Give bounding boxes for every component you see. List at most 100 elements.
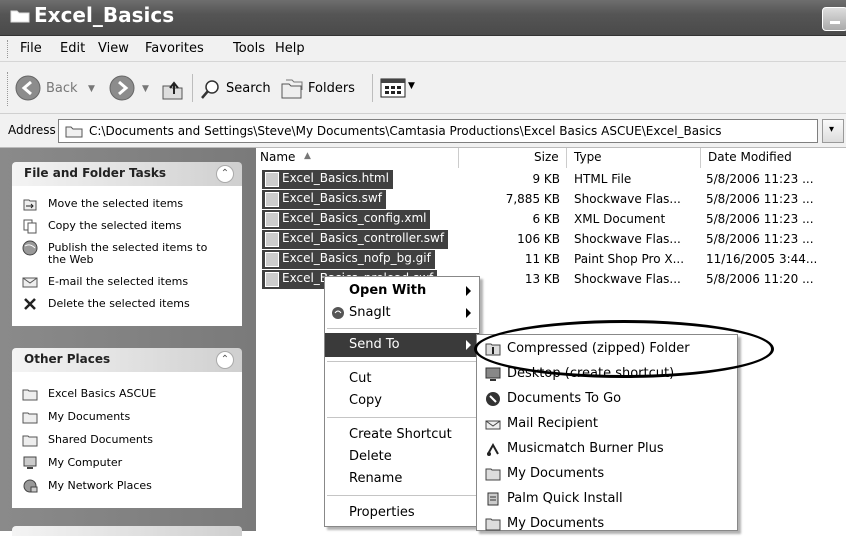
file-size: 106 KB [517,232,560,246]
panel-title: File and Folder Tasks [24,166,167,180]
file-name-cell[interactable]: Excel_Basics.swf [262,190,386,209]
file-type: XML Document [574,212,666,226]
title-bar[interactable]: Excel_Basics [0,0,846,36]
network-icon [23,479,38,493]
toolbar-grip[interactable] [7,72,10,106]
send-to-musicmatch[interactable]: Musicmatch Burner Plus [477,437,737,462]
menu-item-send-to[interactable]: Send To [325,333,479,357]
other-places-header[interactable]: Other Places ⌃ [12,348,242,372]
menu-file[interactable]: File [20,41,42,56]
file-name: Excel_Basics_controller.swf [282,231,445,245]
highlight-ellipse [474,320,774,378]
other-places-panel: Excel Basics ASCUE My Documents Shared D… [12,372,242,508]
file-name-cell[interactable]: Excel_Basics_controller.swf [262,230,449,249]
folder-icon [22,389,38,401]
menu-item-rename[interactable]: Rename [325,467,479,491]
menu-item-copy[interactable]: Copy [325,389,479,413]
file-row[interactable]: Excel_Basics_nofp_bg.gif 11 KB Paint Sho… [256,250,846,269]
menu-item-properties[interactable]: Properties [325,501,479,525]
menu-item-label: Musicmatch Burner Plus [507,441,664,456]
minimize-button[interactable] [822,7,846,31]
column-header-size[interactable]: Size [534,150,559,164]
menu-favorites[interactable]: Favorites [145,41,204,56]
file-row[interactable]: Excel_Basics_config.xml 6 KB XML Documen… [256,210,846,229]
send-to-documents-to-go[interactable]: Documents To Go [477,387,737,412]
menu-grip[interactable] [7,40,10,58]
menu-item-snagit[interactable]: SnagIt [325,301,479,325]
menu-bar: File Edit View Favorites Tools Help [0,36,846,62]
place-excel-basics-ascue[interactable]: Excel Basics ASCUE [22,386,232,404]
column-separator[interactable] [458,148,459,168]
column-separator[interactable] [700,148,701,168]
file-row[interactable]: Excel_Basics.swf 7,885 KB Shockwave Flas… [256,190,846,209]
file-name: Excel_Basics_config.xml [282,211,427,225]
search-button[interactable]: Search [198,72,278,104]
address-dropdown-button[interactable]: ▾ [822,119,844,143]
place-shared-documents[interactable]: Shared Documents [22,432,232,450]
chevron-down-icon: ▼ [408,81,415,91]
file-date: 5/8/2006 11:23 ... [706,232,814,246]
file-name-cell[interactable]: Excel_Basics.html [262,170,393,189]
file-name: Excel_Basics_nofp_bg.gif [282,251,431,265]
place-my-network-places[interactable]: My Network Places [22,478,232,496]
file-folder-tasks-header[interactable]: File and Folder Tasks ⌃ [12,162,242,186]
menu-item-label: Create Shortcut [349,427,452,442]
menu-edit[interactable]: Edit [60,41,85,56]
publish-items-task[interactable]: Publish the selected items to the Web [22,240,232,268]
column-separator[interactable] [566,148,567,168]
delete-items-task[interactable]: Delete the selected items [22,296,232,314]
menu-help[interactable]: Help [275,41,305,56]
place-label: My Computer [48,456,123,469]
chevron-down-icon[interactable]: ▼ [142,84,149,94]
chevron-down-icon[interactable]: ▼ [88,84,95,94]
address-value: C:\Documents and Settings\Steve\My Docum… [89,124,722,138]
menu-item-label: Open With [349,283,427,298]
send-to-my-documents-2[interactable]: My Documents [477,512,737,537]
menu-item-cut[interactable]: Cut [325,367,479,391]
file-row[interactable]: Excel_Basics_controller.swf 106 KB Shock… [256,230,846,249]
file-date: 5/8/2006 11:23 ... [706,172,814,186]
file-name-cell[interactable]: Excel_Basics_nofp_bg.gif [262,250,435,269]
task-label: Copy the selected items [48,219,182,232]
send-to-mail-recipient[interactable]: Mail Recipient [477,412,737,437]
menu-separator [327,328,477,329]
snagit-icon [332,307,344,319]
file-row[interactable]: Excel_Basics.html 9 KB HTML File 5/8/200… [256,170,846,189]
views-icon [380,78,406,98]
column-header-date-modified[interactable]: Date Modified [708,150,792,164]
up-folder-icon[interactable] [160,76,186,102]
menu-tools[interactable]: Tools [233,41,265,56]
address-input[interactable]: C:\Documents and Settings\Steve\My Docum… [58,119,818,143]
email-items-task[interactable]: E-mail the selected items [22,274,232,292]
menu-item-create-shortcut[interactable]: Create Shortcut [325,423,479,447]
send-to-my-documents[interactable]: My Documents [477,462,737,487]
menu-item-delete[interactable]: Delete [325,445,479,469]
collapse-icon[interactable]: ⌃ [216,165,234,183]
file-size: 9 KB [532,172,560,186]
views-button[interactable]: ▼ [380,78,420,100]
copy-items-task[interactable]: Copy the selected items [22,218,232,236]
menu-view[interactable]: View [98,41,129,56]
file-date: 5/8/2006 11:20 ... [706,272,814,286]
palm-install-icon [487,492,499,506]
place-my-computer[interactable]: My Computer [22,455,232,473]
send-to-palm-quick-install[interactable]: Palm Quick Install [477,487,737,512]
submenu-arrow-icon [466,286,471,296]
column-header-name[interactable]: Name [260,150,295,164]
place-label: Excel Basics ASCUE [48,387,157,400]
file-name-cell[interactable]: Excel_Basics_config.xml [262,210,431,229]
column-header-type[interactable]: Type [574,150,602,164]
menu-item-open-with[interactable]: Open With [325,279,479,303]
place-my-documents[interactable]: My Documents [22,409,232,427]
html-file-icon [265,172,279,187]
collapse-icon[interactable]: ⌃ [216,351,234,369]
forward-button[interactable]: ▼ [108,72,154,104]
toolbar-separator [192,74,193,102]
back-button[interactable]: Back ▼ [14,72,102,104]
move-items-task[interactable]: Move the selected items [22,196,232,214]
folders-button[interactable]: Folders [280,72,364,104]
menu-separator [327,495,477,496]
image-file-icon [265,252,279,267]
menu-separator [327,361,477,362]
details-header[interactable] [12,526,242,536]
